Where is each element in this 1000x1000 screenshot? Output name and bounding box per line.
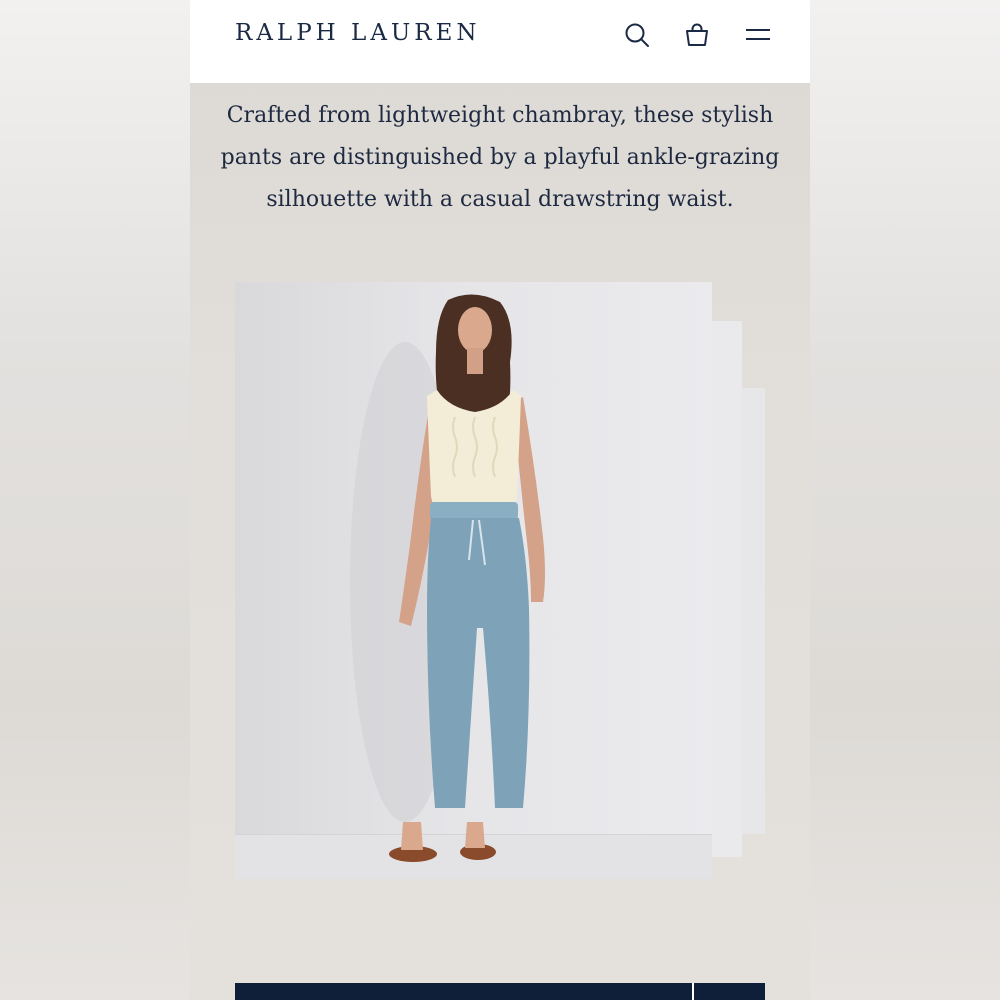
background-right-blur [810,0,1000,1000]
shopping-bag-button[interactable] [682,20,712,50]
background-left-blur [0,0,190,1000]
product-photo[interactable] [235,282,712,879]
hamburger-menu-icon [746,29,770,40]
mobile-screen: RALPH LAUREN Crafted from lightweight ch… [190,0,810,1000]
model-figure [350,294,545,862]
menu-button[interactable] [743,20,773,50]
search-icon [625,23,649,47]
cta-divider [692,983,694,1000]
brand-logo[interactable]: RALPH LAUREN [235,20,481,46]
add-to-bag-bar[interactable] [235,983,765,1000]
product-description: Crafted from lightweight chambray, these… [220,103,780,212]
search-button[interactable] [622,20,652,50]
header: RALPH LAUREN [190,0,810,83]
product-image-carousel[interactable] [235,282,765,879]
shopping-bag-icon [686,23,708,46]
